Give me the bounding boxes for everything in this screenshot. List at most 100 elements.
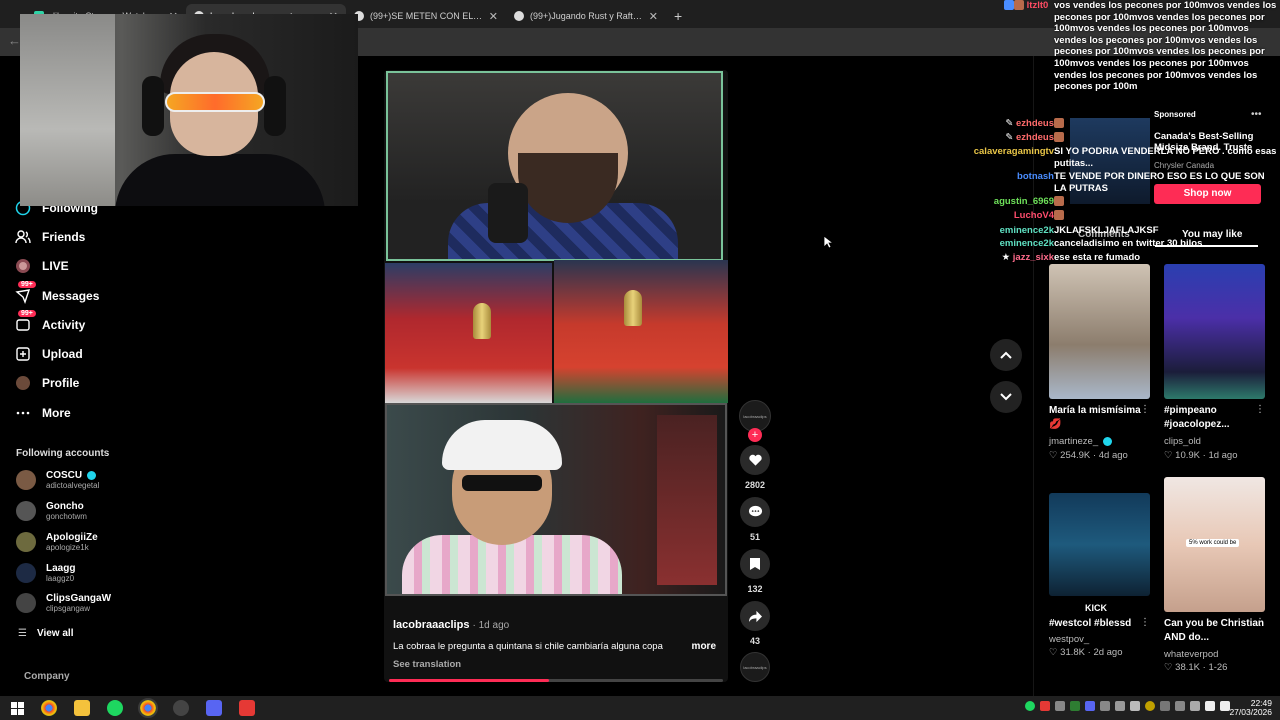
card-username[interactable]: jmartineze_	[1049, 436, 1098, 447]
sidebar-item-more[interactable]: More	[14, 404, 71, 422]
account-name: Laagg	[46, 563, 76, 574]
chat-user-name: ltzlt0	[1026, 0, 1049, 11]
chrome-active-icon[interactable]	[138, 698, 158, 718]
file-explorer-icon[interactable]	[74, 700, 90, 716]
video-frame-celebration-2	[554, 260, 728, 403]
tray-icon[interactable]	[1175, 701, 1185, 711]
next-video-button[interactable]	[990, 381, 1022, 413]
company-heading[interactable]: Company	[24, 671, 70, 682]
sidebar-item-label: Activity	[42, 318, 86, 332]
card-user[interactable]: jmartineze_	[1049, 436, 1112, 447]
sidebar-item-profile[interactable]: Profile	[14, 374, 79, 392]
avatar	[16, 563, 36, 583]
card-title[interactable]: Can you be Christian AND do...	[1164, 617, 1264, 645]
card-title[interactable]: #pimpeano #joacolopez...	[1164, 404, 1264, 432]
tray-icon[interactable]	[1130, 701, 1140, 711]
card-username[interactable]: westpov_	[1049, 634, 1089, 645]
wifi-icon[interactable]	[1205, 701, 1215, 711]
card-stats: ♡ 38.1K · 1-26	[1164, 662, 1228, 673]
avatar[interactable]: lacobraaclips	[740, 652, 770, 682]
more-button[interactable]: more	[692, 641, 716, 652]
card-thumbnail[interactable]	[1164, 264, 1265, 399]
account-item[interactable]: COSCU adictoalvegetal	[16, 470, 99, 490]
chat-text: canceladisimo en twitter 30 bilos	[1054, 238, 1203, 249]
system-tray[interactable]	[1025, 701, 1230, 711]
comment-button[interactable]: 51	[736, 497, 774, 542]
upload-icon	[14, 345, 32, 363]
heart-icon[interactable]	[740, 445, 770, 475]
save-button[interactable]: 132	[736, 549, 774, 594]
view-all-link[interactable]: ☰ View all	[18, 628, 73, 639]
chrome-icon[interactable]	[41, 700, 57, 716]
app-icon[interactable]	[239, 700, 255, 716]
windows-start-icon[interactable]	[11, 701, 24, 715]
card-age: 2d ago	[1093, 647, 1123, 658]
video-player[interactable]: lacobraaaclips · 1d ago La cobraa le pre…	[384, 70, 728, 682]
video-description: La cobraa le pregunta a quintana si chil…	[393, 641, 663, 652]
emote-icon	[1054, 132, 1064, 143]
card-options-icon[interactable]: ⋮	[1140, 617, 1150, 628]
emote-icon	[1054, 196, 1064, 207]
music-disc[interactable]: lacobraaclips	[736, 652, 774, 682]
list-icon: ☰	[18, 628, 27, 639]
tray-spotify-icon[interactable]	[1025, 701, 1035, 711]
card-age: 1-26	[1208, 662, 1228, 673]
card-thumbnail[interactable]	[1049, 493, 1150, 596]
card-thumbnail[interactable]	[1049, 264, 1150, 399]
like-button[interactable]: 2802	[736, 445, 774, 490]
tray-app-icon[interactable]	[1040, 701, 1050, 711]
card-title[interactable]: #westcol #blessd	[1049, 617, 1149, 631]
comment-icon[interactable]	[740, 497, 770, 527]
card-options-icon[interactable]: ⋮	[1255, 617, 1265, 628]
live-icon	[14, 257, 32, 275]
card-thumbnail[interactable]: 5% work could be	[1164, 477, 1265, 612]
account-item[interactable]: Goncho gonchotwm	[16, 501, 87, 521]
follow-plus-icon[interactable]: +	[748, 428, 762, 442]
chevron-up-icon	[1000, 351, 1012, 359]
sidebar-item-live[interactable]: LIVE	[14, 257, 69, 275]
tray-icon[interactable]	[1190, 701, 1200, 711]
obs-icon[interactable]	[173, 700, 189, 716]
video-progress-bar[interactable]	[389, 679, 723, 682]
sidebar-item-upload[interactable]: Upload	[14, 345, 83, 363]
video-author[interactable]: lacobraaaclips	[393, 619, 469, 631]
new-tab-button[interactable]: +	[666, 8, 690, 28]
creator-avatar[interactable]: lacobraaclips +	[736, 400, 774, 442]
tray-icon[interactable]	[1070, 701, 1080, 711]
tray-icon[interactable]	[1055, 701, 1065, 711]
tab-tiktok-2[interactable]: (99+)SE METEN CON EL CAMPI ✕	[346, 4, 506, 28]
sidebar-item-friends[interactable]: Friends	[14, 228, 85, 246]
clock[interactable]: 22:49 27/03/2026	[1229, 699, 1272, 717]
card-username[interactable]: whateverpod	[1164, 649, 1218, 660]
card-likes: 254.9K	[1060, 450, 1091, 461]
tray-icon[interactable]	[1145, 701, 1155, 711]
chat-badge-icon: ✎	[1005, 118, 1014, 129]
chat-user-name: ezhdeus	[1015, 118, 1054, 129]
bookmark-icon[interactable]	[740, 549, 770, 579]
share-button[interactable]: 43	[736, 601, 774, 646]
discord-icon[interactable]	[206, 700, 222, 716]
card-age: 1d ago	[1208, 450, 1238, 461]
close-tab-icon[interactable]: ✕	[649, 10, 658, 23]
see-translation-link[interactable]: See translation	[393, 659, 461, 670]
video-frame-bottom	[385, 403, 727, 596]
account-item[interactable]: ClipsGangaW clipsgangaw	[16, 593, 111, 613]
card-username[interactable]: clips_old	[1164, 436, 1201, 447]
card-likes: 31.8K	[1060, 647, 1085, 658]
previous-video-button[interactable]	[990, 339, 1022, 371]
tab-tiktok-3[interactable]: (99+)Jugando Rust y Raft: Conf ✕	[506, 4, 666, 28]
account-item[interactable]: Laagg laaggz0	[16, 563, 75, 583]
tray-discord-icon[interactable]	[1085, 701, 1095, 711]
tray-icon[interactable]	[1115, 701, 1125, 711]
tray-icon[interactable]	[1100, 701, 1110, 711]
account-item[interactable]: ApologiiZe apologize1k	[16, 532, 98, 552]
card-title[interactable]: María la mismísima 💋	[1049, 404, 1149, 432]
sidebar-item-activity[interactable]: 99+ Activity	[14, 310, 86, 334]
sidebar-item-messages[interactable]: 99+ Messages	[14, 281, 99, 305]
card-options-icon[interactable]: ⋮	[1140, 404, 1150, 415]
share-icon[interactable]	[740, 601, 770, 631]
card-options-icon[interactable]: ⋮	[1255, 404, 1265, 415]
tray-icon[interactable]	[1160, 701, 1170, 711]
close-tab-icon[interactable]: ✕	[489, 10, 498, 23]
spotify-icon[interactable]	[107, 700, 123, 716]
